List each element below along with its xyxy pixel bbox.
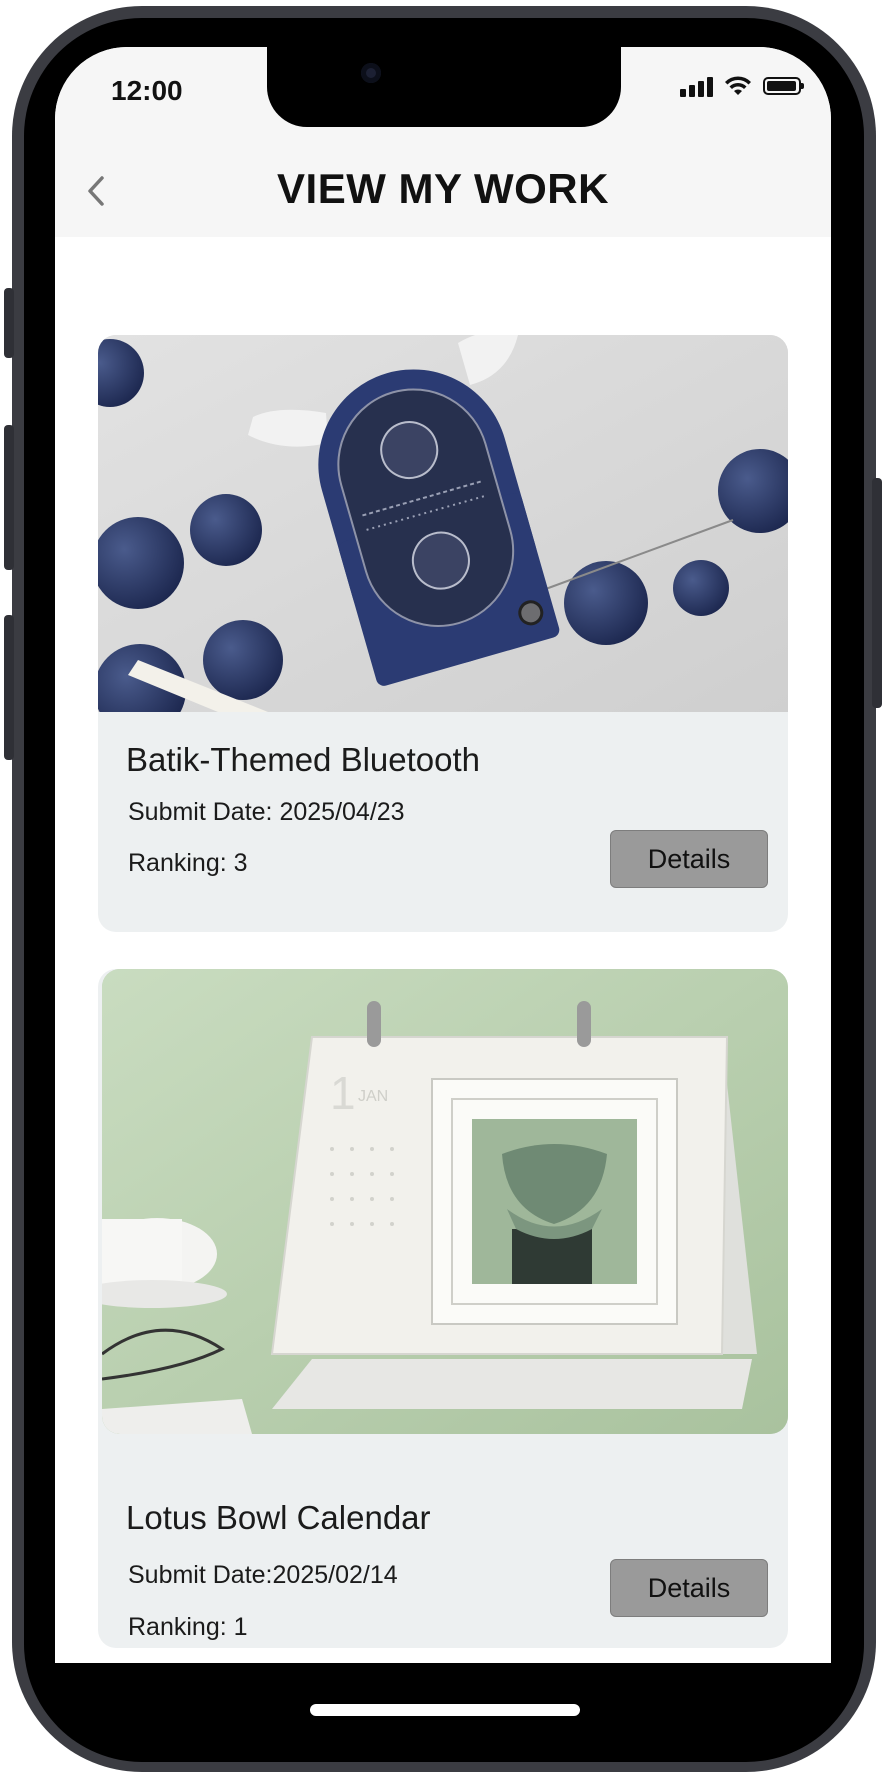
work-image: 1 JAN: [102, 969, 788, 1434]
app-screen: 12:00 VIEW MY WORK Batik-Themed Bluetoot…: [55, 47, 831, 1663]
notch: [267, 47, 621, 127]
status-icons: [680, 75, 804, 97]
page-title: VIEW MY WORK: [277, 165, 609, 212]
submit-date: Submit Date: 2025/04/23: [128, 798, 405, 826]
details-button[interactable]: Details: [610, 1559, 768, 1617]
details-button[interactable]: Details: [610, 830, 768, 888]
svg-text:1: 1: [330, 1067, 356, 1119]
volume-up-button: [4, 425, 14, 570]
battery-icon: [763, 77, 804, 95]
status-time: 12:00: [111, 75, 183, 106]
work-card: 1 JAN Lotus Bowl Calendar Submit Date:20…: [98, 969, 788, 1648]
home-indicator[interactable]: [310, 1704, 580, 1716]
ranking: Ranking: 1: [128, 1613, 248, 1641]
work-title: Batik-Themed Bluetooth: [126, 741, 481, 778]
top-bar: 12:00 VIEW MY WORK: [55, 47, 831, 237]
mute-switch: [4, 288, 14, 358]
wifi-icon: [725, 76, 751, 95]
bluetooth-speaker-image: [98, 335, 788, 712]
front-camera: [361, 63, 381, 83]
submit-date: Submit Date:2025/02/14: [128, 1561, 398, 1589]
svg-text:JAN: JAN: [358, 1088, 388, 1105]
lotus-bowl-calendar-image: 1 JAN: [102, 969, 788, 1434]
volume-down-button: [4, 615, 14, 760]
power-button: [872, 478, 882, 708]
work-card: Batik-Themed Bluetooth Submit Date: 2025…: [98, 335, 788, 932]
cellular-signal-icon: [680, 75, 713, 97]
ranking: Ranking: 3: [128, 849, 248, 877]
work-image: [98, 335, 788, 712]
work-title: Lotus Bowl Calendar: [126, 1499, 431, 1536]
